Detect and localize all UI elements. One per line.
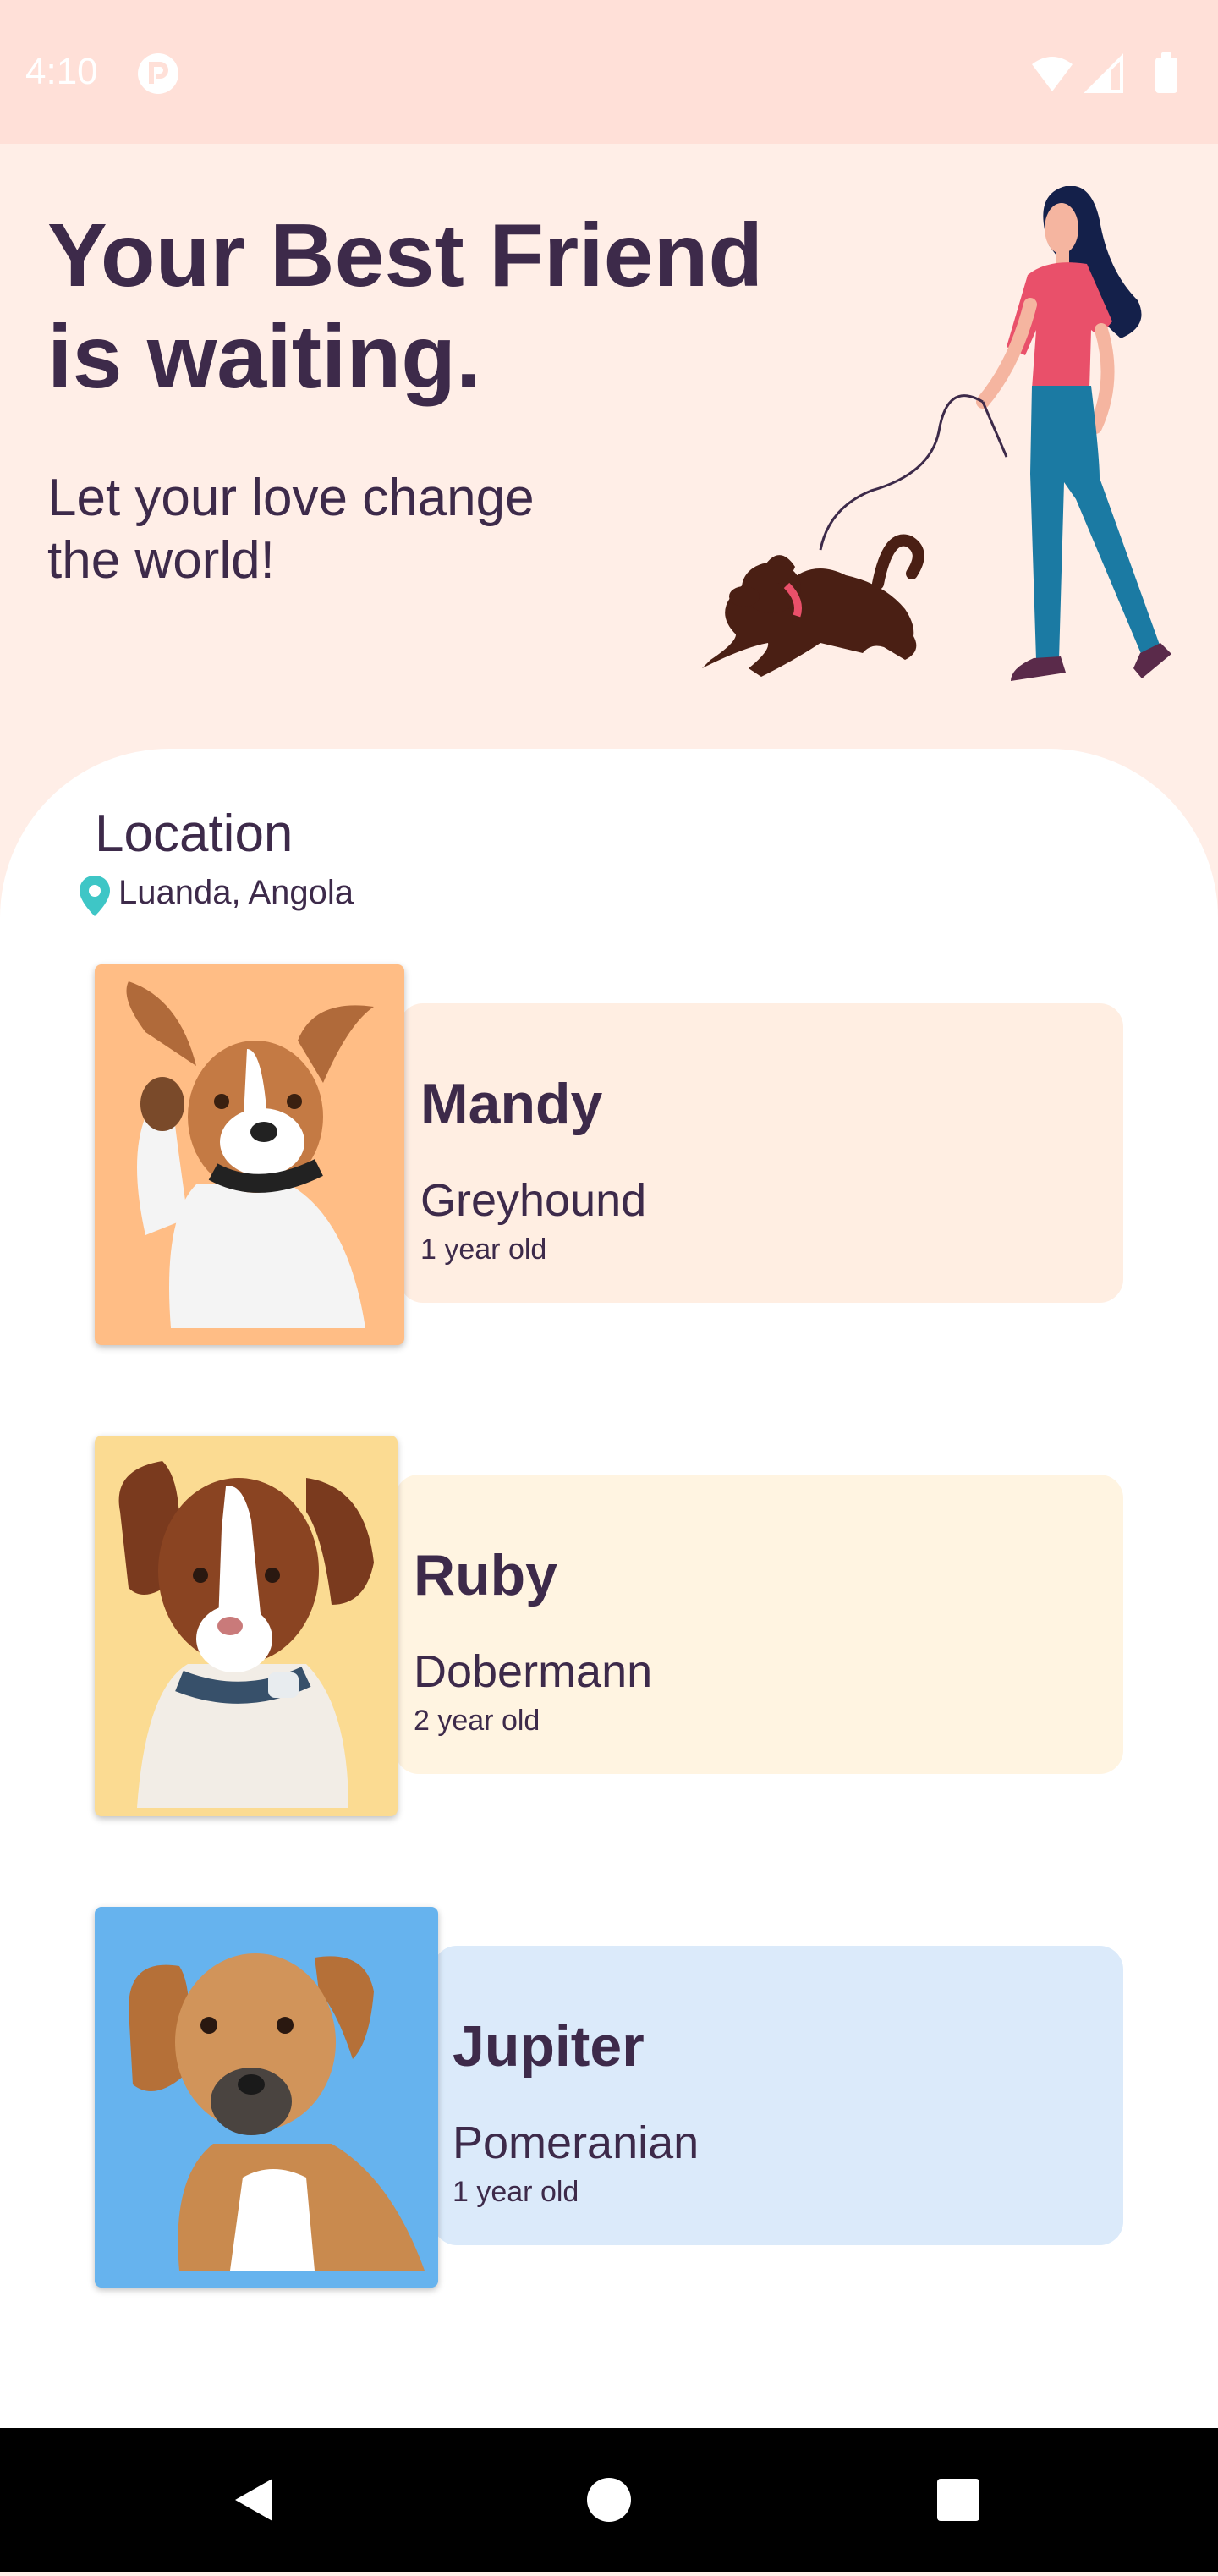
pet-age: 1 year old (453, 2176, 579, 2208)
pet-name: Mandy (420, 1072, 603, 1136)
hero-section: Your Best Friend is waiting. Let your lo… (0, 144, 1218, 753)
pet-name: Jupiter (453, 2014, 645, 2079)
pet-card-ruby[interactable]: Ruby Dobermann 2 year old (95, 1436, 1123, 1816)
location-label: Location (95, 805, 294, 863)
status-bar: 4:10 (0, 0, 1218, 144)
pet-card-mandy[interactable]: Mandy Greyhound 1 year old (95, 964, 1123, 1345)
pet-name: Ruby (414, 1543, 557, 1607)
hero-title: Your Best Friend is waiting. (47, 206, 764, 407)
back-icon[interactable] (235, 2479, 272, 2521)
pet-photo-jupiter[interactable] (95, 1907, 438, 2288)
pet-breed: Greyhound (420, 1175, 647, 1226)
pet-list-sheet: Location Luanda, Angola Mandy Greyhound … (0, 749, 1218, 2441)
app-logo-icon (138, 53, 178, 94)
pet-breed: Dobermann (414, 1646, 653, 1697)
hero-subtitle: Let your love change the world! (47, 469, 535, 590)
dog-photo-icon (126, 981, 374, 1328)
pet-breed: Pomeranian (453, 2117, 700, 2168)
woman-walking-dog-illustration (702, 186, 1171, 681)
location-pin-icon (80, 876, 110, 916)
pet-photo-mandy[interactable] (95, 964, 404, 1345)
pet-photo-ruby[interactable] (95, 1436, 398, 1816)
dog-photo-icon (129, 1953, 425, 2271)
location-value[interactable]: Luanda, Angola (118, 874, 354, 912)
pet-age: 1 year old (420, 1233, 547, 1266)
status-icons (1032, 52, 1177, 93)
navigation-bar (0, 2428, 1218, 2572)
home-icon[interactable] (587, 2478, 631, 2522)
wifi-icon (1032, 57, 1073, 91)
recents-icon[interactable] (937, 2479, 979, 2521)
dog-photo-icon (118, 1461, 374, 1808)
status-time: 4:10 (25, 51, 98, 92)
pet-card-jupiter[interactable]: Jupiter Pomeranian 1 year old (95, 1907, 1123, 2288)
pet-age: 2 year old (414, 1705, 540, 1737)
battery-icon (1155, 58, 1177, 93)
